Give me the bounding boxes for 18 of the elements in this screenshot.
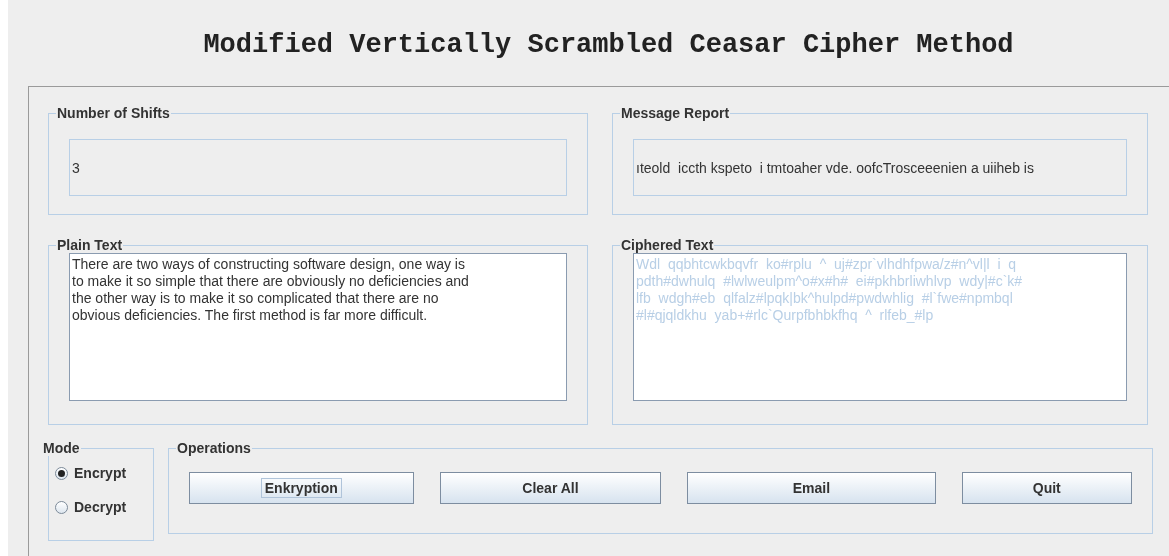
report-field[interactable]: ıteold iccth kspeto i tmtoaher vde. oofcTrosceeenien a uiiheb is [633, 139, 1127, 196]
plain-text-area[interactable]: There are two ways of constructing software design, one way is to make it so simple that there are obviously no deficiencies and the other way is to make it so complicated that there are no obvious deficiencies. The first method is far more difficult. [69, 253, 567, 401]
radio-button[interactable] [55, 500, 68, 514]
group-label: Number of Shifts [56, 105, 171, 121]
action-button[interactable]: Email [687, 471, 936, 504]
action-button[interactable]: Clear All [439, 471, 662, 504]
group-label: Plain Text [56, 237, 124, 253]
group-label: Mode [42, 440, 81, 456]
window-title: Modified Vertically Scrambled Ceasar Cipher Method [203, 30, 1014, 62]
group-label: Ciphered Text [620, 237, 715, 253]
action-button[interactable]: Enkryption [189, 471, 414, 504]
group-label: Message Report [620, 105, 731, 121]
radio-label: Decrypt [74, 499, 127, 515]
radio-button[interactable] [55, 466, 68, 480]
action-button[interactable]: Quit [961, 471, 1132, 504]
radio-label: Encrypt [74, 465, 127, 481]
shifts-field[interactable]: 3 [69, 139, 567, 196]
group-label: Operations [176, 440, 252, 456]
